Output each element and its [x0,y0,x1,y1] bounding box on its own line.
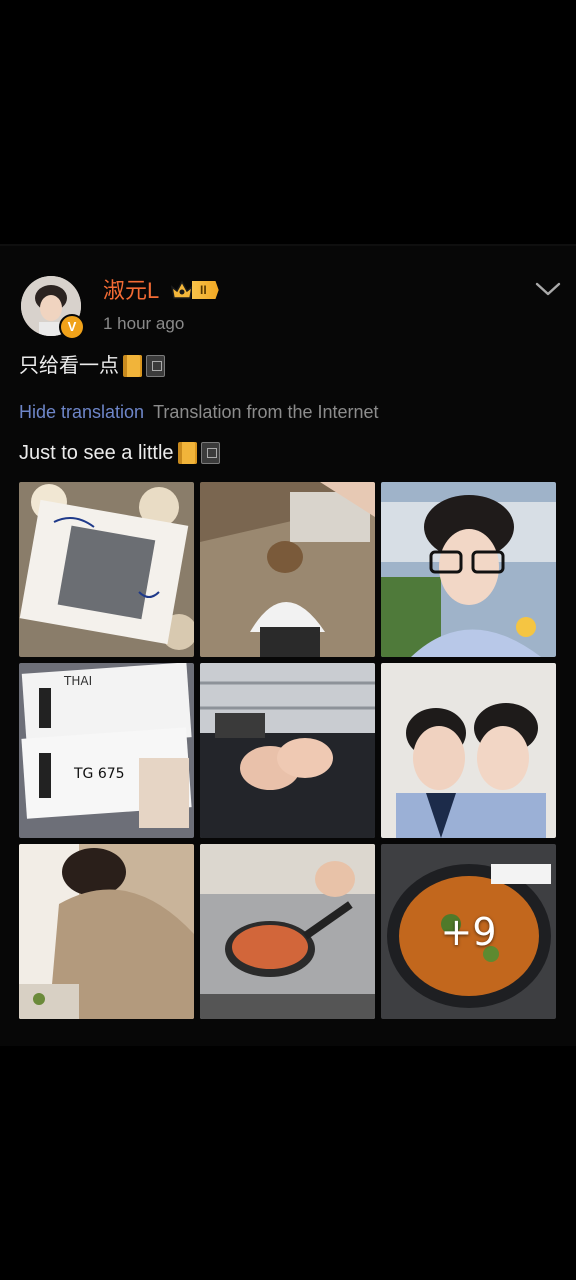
image-thumbnail-8[interactable] [200,844,375,1019]
image-thumbnail-5[interactable] [200,663,375,838]
notebook-dark-icon [200,442,220,464]
post-text: 只给看一点 [19,355,119,377]
image-grid: THAI TG 675 +9 [19,482,556,1019]
chevron-down-icon[interactable] [535,280,561,298]
image-thumbnail-4[interactable]: THAI TG 675 [19,663,194,838]
author-name[interactable]: 淑元L [103,277,159,305]
hide-translation-link[interactable]: Hide translation [19,402,144,422]
airline-logo-text: THAI [63,674,92,688]
image-thumbnail-9[interactable]: +9 [381,844,556,1019]
notebook-icon [123,355,142,377]
flight-number-text: TG 675 [73,766,125,782]
image-thumbnail-3[interactable] [381,482,556,657]
image-thumbnail-1[interactable] [19,482,194,657]
translated-text: Just to see a little [19,442,174,464]
post-time: 1 hour ago [103,314,185,333]
crown-icon [170,280,194,299]
level-label: II [192,281,219,299]
top-empty-area [0,0,576,244]
translation-source: Translation from the Internet [153,402,379,422]
post-content: 只给看一点 [19,352,165,380]
image-thumbnail-7[interactable] [19,844,194,1019]
translated-content: Just to see a little [19,439,220,467]
level-badge[interactable]: II [170,279,219,301]
verified-badge-icon: V [59,314,85,340]
image-thumbnail-6[interactable] [381,663,556,838]
author-avatar[interactable]: V [21,276,85,340]
image-thumbnail-2[interactable] [200,482,375,657]
notebook-icon [177,442,197,464]
notebook-dark-icon [146,355,165,377]
weibo-post[interactable]: V 淑元L II 1 hour ago 只给看一点 Hide translati… [0,246,576,1046]
translation-bar: Hide translation Translation from the In… [19,400,379,424]
more-images-count[interactable]: +9 [381,844,556,1019]
